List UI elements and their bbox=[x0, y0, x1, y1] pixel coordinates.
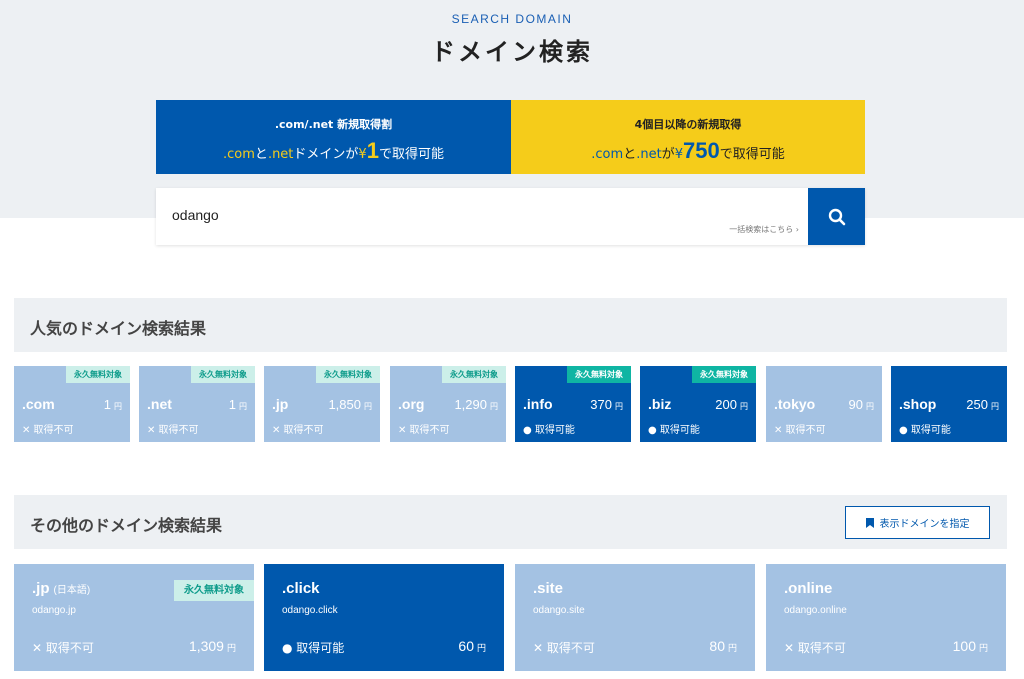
specify-domains-label: 表示ドメインを指定 bbox=[879, 519, 970, 530]
search-box: 一括検索はこちら › bbox=[156, 188, 865, 245]
domain-price: 200 円 bbox=[715, 397, 748, 412]
promo-fourth-onwards[interactable]: 4個目以降の新規取得 .comと.netが¥750で取得可能 bbox=[511, 100, 865, 174]
domain-tld: .jp (日本語) bbox=[32, 580, 91, 597]
domain-price: 1,290 円 bbox=[454, 397, 498, 412]
free-forever-badge: 永久無料対象 bbox=[316, 366, 380, 383]
search-icon bbox=[828, 208, 845, 225]
domain-card[interactable]: 永久無料対象 .biz 200 円 ● 取得可能 bbox=[640, 366, 756, 442]
free-forever-badge: 永久無料対象 bbox=[66, 366, 130, 383]
promo-com-net-discount[interactable]: .com/.net 新規取得割 .comと.netドメインが¥1で取得可能 bbox=[156, 100, 511, 174]
availability-status: ✕ 取得不可 bbox=[774, 425, 826, 436]
bulk-search-link[interactable]: 一括検索はこちら › bbox=[729, 224, 799, 235]
free-forever-badge: 永久無料対象 bbox=[442, 366, 506, 383]
search-button[interactable] bbox=[808, 188, 865, 245]
availability-status: ✕ 取得不可 bbox=[533, 641, 595, 655]
domain-price: 250 円 bbox=[966, 397, 999, 412]
domain-tld: .jp bbox=[272, 396, 289, 412]
free-forever-badge: 永久無料対象 bbox=[191, 366, 255, 383]
domain-tld: .click bbox=[282, 580, 320, 597]
domain-card-large[interactable]: .site odango.site ✕ 取得不可 80 円 bbox=[515, 564, 755, 671]
availability-status: ✕ 取得不可 bbox=[784, 641, 846, 655]
free-forever-badge: 永久無料対象 bbox=[692, 366, 756, 383]
search-input[interactable] bbox=[156, 188, 808, 245]
domain-tld: .org bbox=[398, 396, 425, 412]
page-title: ドメイン検索 bbox=[431, 38, 593, 66]
popular-section-header: 人気のドメイン検索結果 bbox=[14, 298, 1007, 352]
availability-status: ● 取得可能 bbox=[648, 425, 700, 436]
domain-card[interactable]: .shop 250 円 ● 取得可能 bbox=[891, 366, 1007, 442]
domain-name: odango.jp bbox=[32, 605, 76, 616]
domain-card[interactable]: 永久無料対象 .org 1,290 円 ✕ 取得不可 bbox=[390, 366, 506, 442]
domain-price: 1円 bbox=[228, 397, 247, 412]
domain-name: odango.online bbox=[784, 605, 847, 616]
domain-price: 60 円 bbox=[458, 638, 486, 654]
domain-tld: .site bbox=[533, 580, 564, 597]
domain-card-large[interactable]: .online odango.online ✕ 取得不可 100 円 bbox=[766, 564, 1006, 671]
promo-title: .com/.net 新規取得割 bbox=[274, 118, 393, 131]
domain-card[interactable]: 永久無料対象 .info 370 円 ● 取得可能 bbox=[515, 366, 631, 442]
availability-status: ✕ 取得不可 bbox=[398, 425, 450, 436]
domain-tld: .info bbox=[523, 396, 553, 412]
domain-name: odango.click bbox=[282, 605, 338, 616]
domain-tld: .shop bbox=[899, 396, 937, 412]
domain-card[interactable]: 永久無料対象 .jp 1,850 円 ✕ 取得不可 bbox=[264, 366, 380, 442]
domain-tld: .online bbox=[784, 580, 833, 597]
bookmark-icon bbox=[865, 517, 874, 528]
page-eyebrow: SEARCH DOMAIN bbox=[451, 12, 573, 26]
popular-section-title: 人気のドメイン検索結果 bbox=[30, 319, 207, 338]
specify-domains-button[interactable]: 表示ドメインを指定 bbox=[845, 506, 990, 539]
availability-status: ● 取得可能 bbox=[523, 425, 575, 436]
domain-price: 1円 bbox=[103, 397, 122, 412]
domain-card-large[interactable]: .click odango.click ● 取得可能 60 円 bbox=[264, 564, 504, 671]
domain-price: 80 円 bbox=[709, 638, 737, 654]
domain-name: odango.site bbox=[533, 605, 585, 616]
domain-card[interactable]: 永久無料対象 .net 1 円 ✕ 取得不可 bbox=[139, 366, 255, 442]
domain-tld: .net bbox=[147, 396, 172, 412]
availability-status: ● 取得可能 bbox=[282, 641, 345, 655]
domain-card[interactable]: .tokyo 90 円 ✕ 取得不可 bbox=[766, 366, 882, 442]
domain-tld: .tokyo bbox=[774, 396, 816, 412]
others-section-header: その他のドメイン検索結果 表示ドメインを指定 bbox=[14, 495, 1007, 549]
promo-title: 4個目以降の新規取得 bbox=[634, 118, 742, 131]
promo-text: .comと.netが¥750で取得可能 bbox=[591, 138, 785, 163]
free-forever-badge: 永久無料対象 bbox=[567, 366, 631, 383]
domain-tld: .biz bbox=[648, 396, 672, 412]
domain-card-large[interactable]: 永久無料対象 .jp (日本語) odango.jp ✕ 取得不可 1,309 円 bbox=[14, 564, 254, 671]
availability-status: ✕ 取得不可 bbox=[32, 641, 94, 655]
availability-status: ✕ 取得不可 bbox=[272, 425, 324, 436]
promo-text: .comと.netドメインが¥1で取得可能 bbox=[223, 138, 444, 163]
availability-status: ✕ 取得不可 bbox=[147, 425, 199, 436]
domain-price: 1,850 円 bbox=[328, 397, 372, 412]
domain-price: 1,309 円 bbox=[188, 638, 236, 654]
domain-price: 370 円 bbox=[590, 397, 623, 412]
free-forever-badge: 永久無料対象 bbox=[174, 580, 254, 601]
availability-status: ● 取得可能 bbox=[899, 425, 951, 436]
domain-price: 90 円 bbox=[848, 397, 874, 412]
availability-status: ✕ 取得不可 bbox=[22, 425, 74, 436]
domain-card[interactable]: 永久無料対象 .com 1 円 ✕ 取得不可 bbox=[14, 366, 130, 442]
domain-tld: .com bbox=[22, 396, 55, 412]
domain-price: 100 円 bbox=[952, 638, 988, 654]
others-section-title: その他のドメイン検索結果 bbox=[30, 516, 223, 535]
